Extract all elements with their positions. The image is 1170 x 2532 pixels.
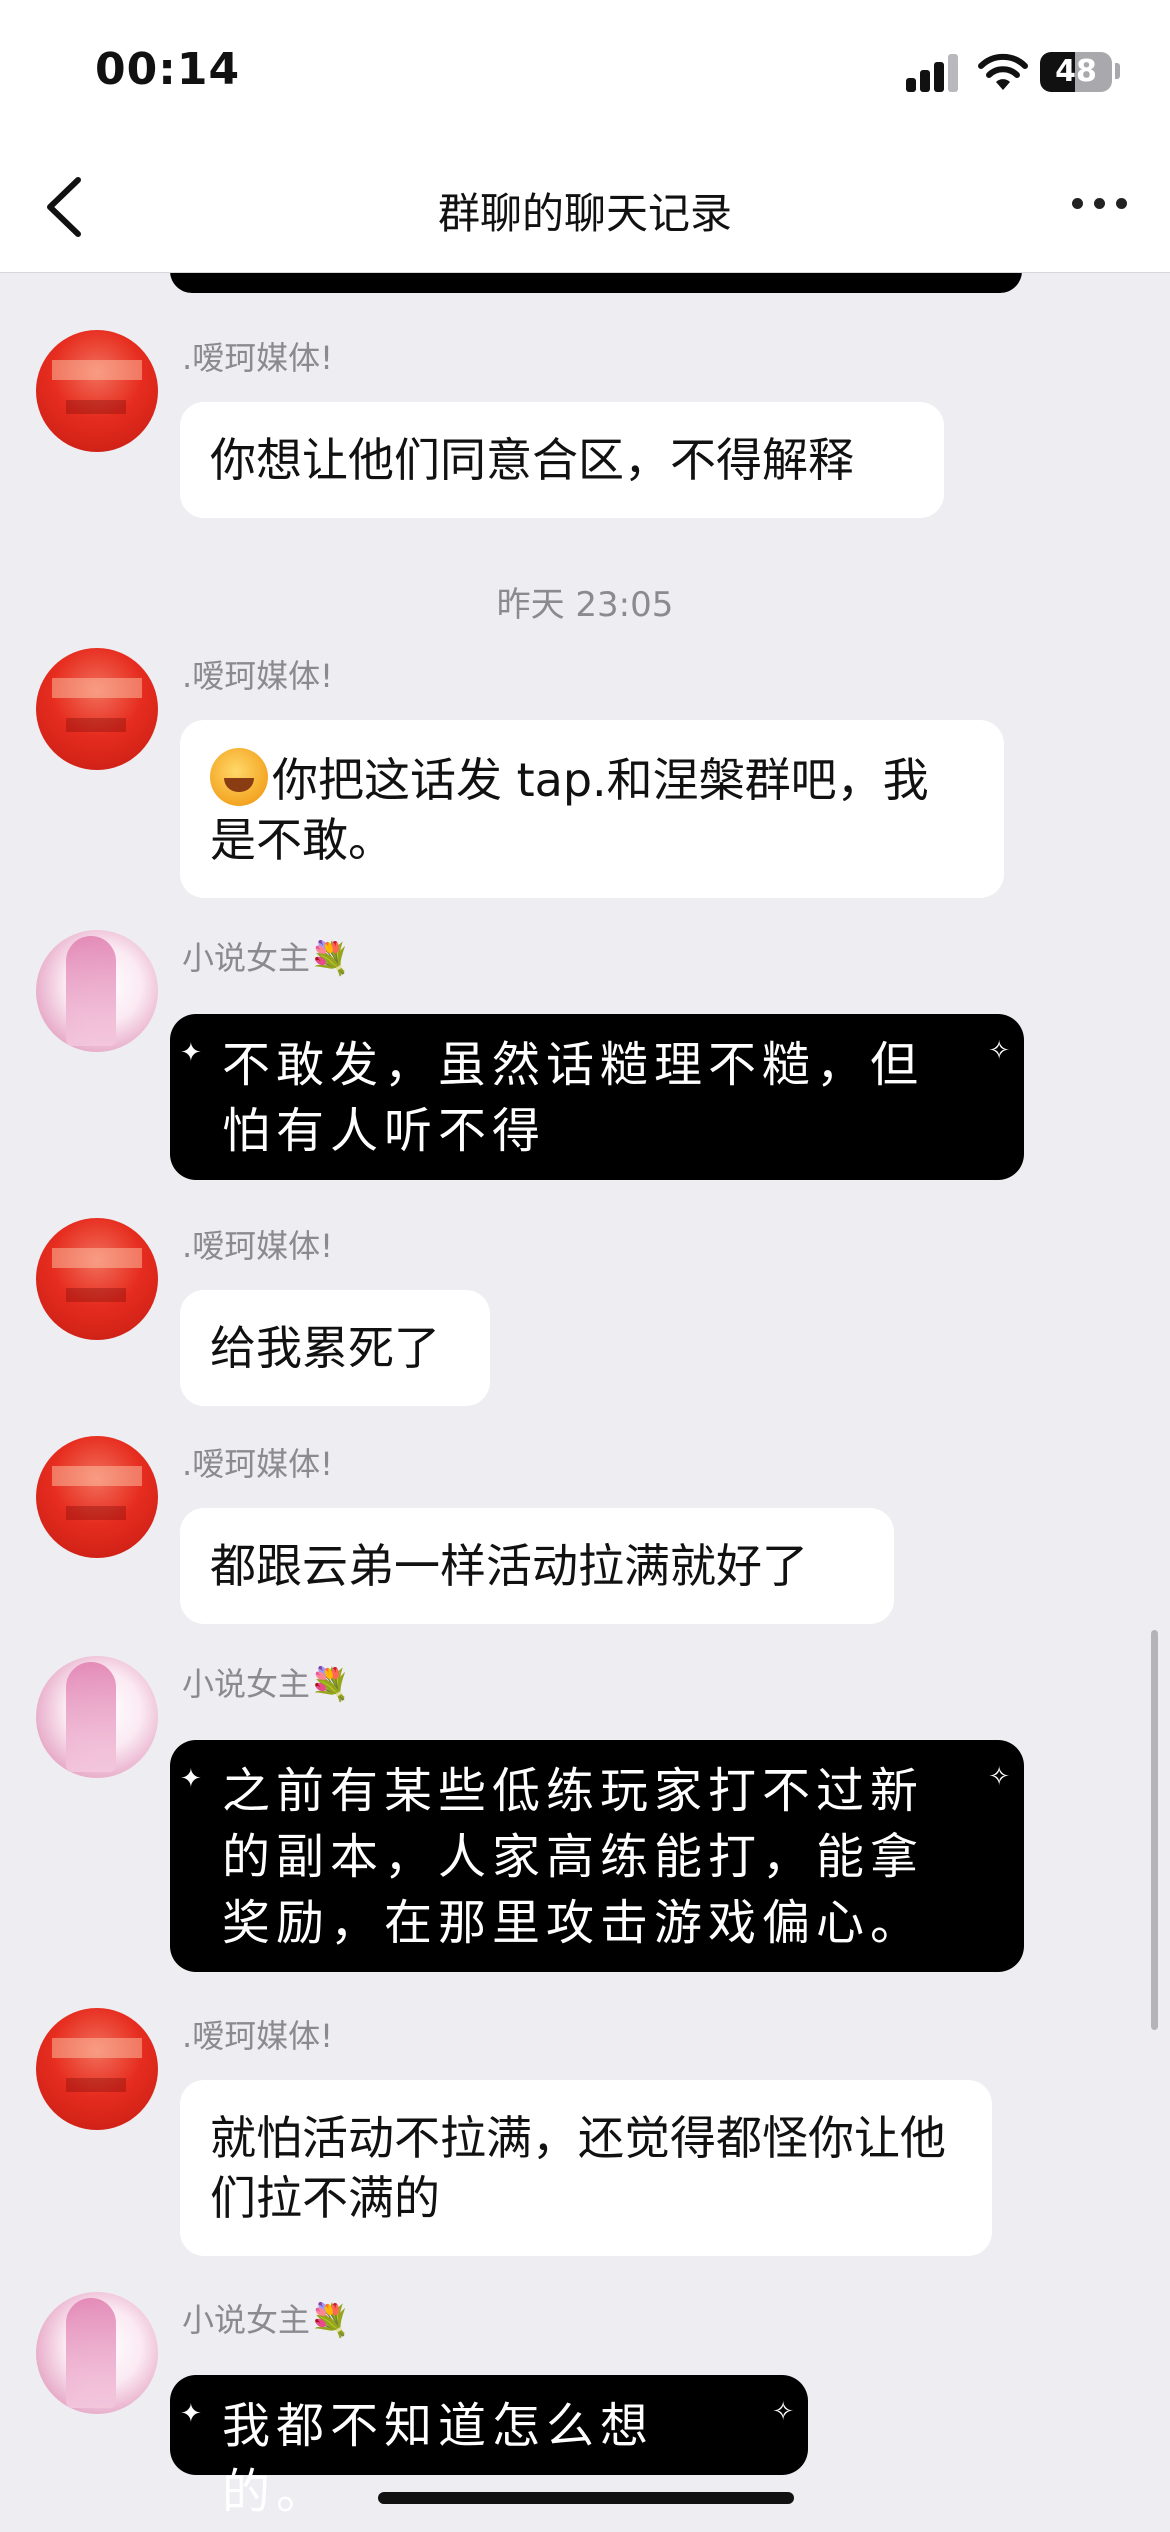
status-time: 00:14 xyxy=(95,44,241,95)
message-text: 你把这话发 tap.和涅槃群吧，我是不敢。 xyxy=(210,753,929,867)
avatar[interactable] xyxy=(36,2008,158,2130)
avatar[interactable] xyxy=(36,930,158,1052)
battery-tip xyxy=(1115,63,1120,79)
battery-icon: 48 xyxy=(1040,52,1112,92)
more-dots-icon[interactable] xyxy=(1072,194,1132,214)
sparkle-icon: ✦ xyxy=(180,1764,202,1794)
sender-name: 小说女主💐 xyxy=(182,1665,350,1703)
sender-name: 小说女主💐 xyxy=(182,939,350,977)
avatar[interactable] xyxy=(36,2292,158,2414)
avatar[interactable] xyxy=(36,1218,158,1340)
navigation-bar: 群聊的聊天记录 xyxy=(0,150,1170,273)
sparkle-icon: ✦ xyxy=(180,2399,202,2429)
wifi-icon xyxy=(978,53,1028,90)
avatar[interactable] xyxy=(36,330,158,452)
message-timestamp: 昨天 23:05 xyxy=(496,585,674,625)
sender-name: .嗳珂媒体! xyxy=(182,2017,334,2055)
page-title: 群聊的聊天记录 xyxy=(437,189,732,238)
message-text: 就怕活动不拉满，还觉得都怪你让他们拉不满的 xyxy=(210,2111,946,2225)
avatar[interactable] xyxy=(36,1656,158,1778)
scrollbar[interactable] xyxy=(1151,1630,1158,2030)
cellular-signal-icon xyxy=(906,54,960,92)
sender-name: .嗳珂媒体! xyxy=(182,657,334,695)
message-bubble[interactable]: ✦ ✧ 之前有某些低练玩家打不过新的副本，人家高练能打，能拿奖励，在那里攻击游戏… xyxy=(170,1740,1024,1972)
message-text: 都跟云弟一样活动拉满就好了 xyxy=(210,1539,808,1593)
sender-name: .嗳珂媒体! xyxy=(182,339,334,377)
message-text: 之前有某些低练玩家打不过新的副本，人家高练能打，能拿奖励，在那里攻击游戏偏心。 xyxy=(222,1763,925,1951)
message-bubble[interactable]: 都跟云弟一样活动拉满就好了 xyxy=(180,1508,894,1624)
sparkle-icon: ✦ xyxy=(180,1038,202,1068)
sparkle-icon: ✧ xyxy=(772,2397,794,2427)
sender-name: 小说女主💐 xyxy=(182,2301,350,2339)
sparkle-icon: ✧ xyxy=(988,1762,1010,1792)
avatar[interactable] xyxy=(36,648,158,770)
message-bubble[interactable]: 你想让他们同意合区，不得解释 xyxy=(180,402,944,518)
message-bubble[interactable]: ✦ ✧ 不敢发，虽然话糙理不糙，但怕有人听不得 xyxy=(170,1014,1024,1180)
message-bubble[interactable]: ✦ ✧ 我都不知道怎么想的。 xyxy=(170,2375,808,2520)
avatar[interactable] xyxy=(36,1436,158,1558)
message-text: 不敢发，虽然话糙理不糙，但怕有人听不得 xyxy=(222,1037,925,1159)
message-bubble[interactable]: 就怕活动不拉满，还觉得都怪你让他们拉不满的 xyxy=(180,2080,992,2256)
message-text: 你想让他们同意合区，不得解释 xyxy=(210,433,854,487)
sparkle-icon: ✧ xyxy=(988,1036,1010,1066)
sender-name: .嗳珂媒体! xyxy=(182,1227,334,1265)
message-bubble[interactable]: 给我累死了 xyxy=(180,1290,490,1406)
battery-level: 48 xyxy=(1055,54,1097,89)
laughing-emoji-icon xyxy=(210,748,268,806)
sender-name: .嗳珂媒体! xyxy=(182,1445,334,1483)
home-indicator[interactable] xyxy=(378,2492,794,2504)
message-bubble[interactable]: 你把这话发 tap.和涅槃群吧，我是不敢。 xyxy=(180,720,1004,898)
message-text: 给我累死了 xyxy=(210,1321,440,1375)
status-bar: 00:14 48 xyxy=(0,0,1170,150)
